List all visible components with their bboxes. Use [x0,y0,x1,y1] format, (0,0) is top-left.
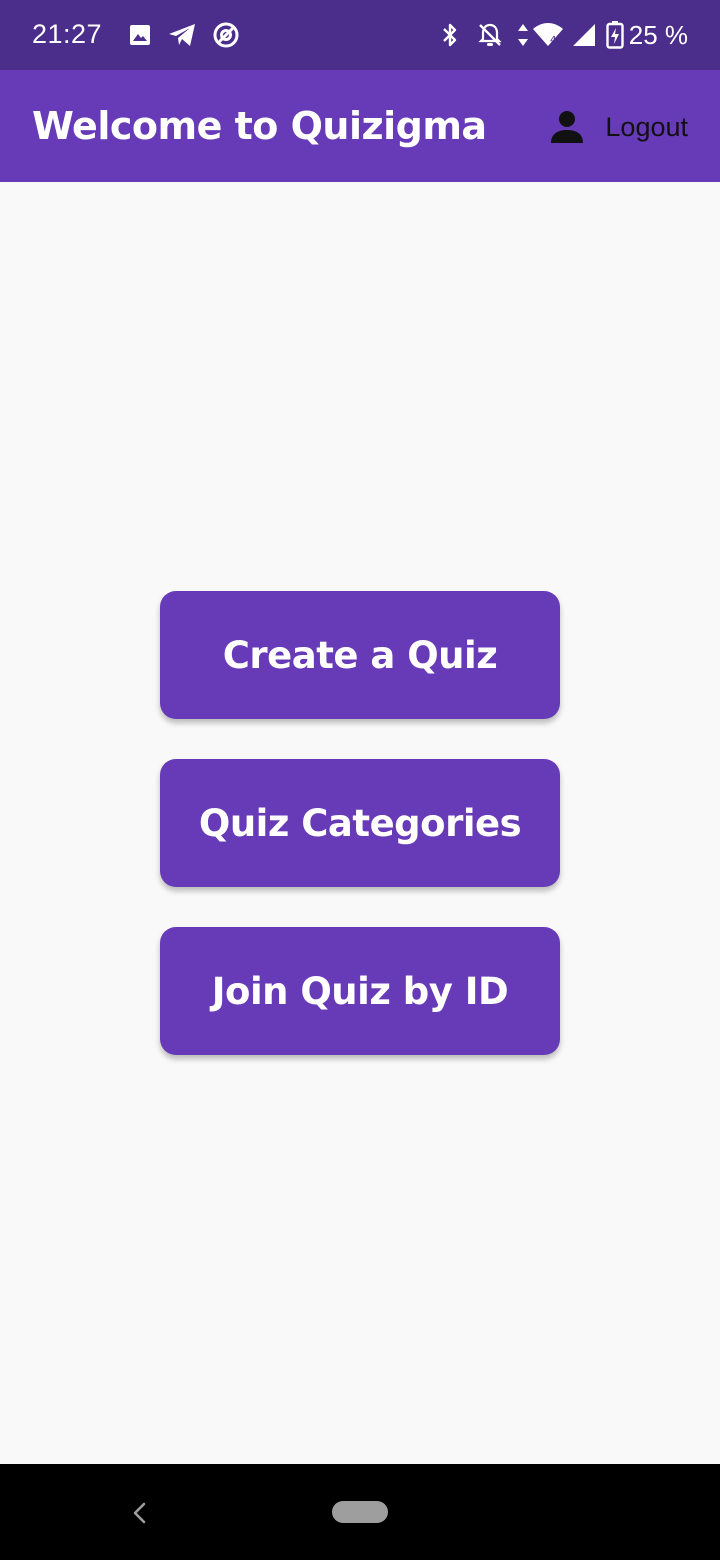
wifi-icon: 4 [532,20,564,50]
create-quiz-button[interactable]: Create a Quiz [160,591,560,719]
telegram-icon [168,20,196,50]
navigation-bar [0,1464,720,1560]
battery-charging-icon [604,20,626,50]
data-arrows-icon [514,20,532,50]
svg-text:4: 4 [550,35,556,46]
person-icon [547,107,587,147]
app-bar: Welcome to Quizigma Logout [0,70,720,182]
status-time: 21:27 [32,19,103,49]
home-pill-icon[interactable] [332,1501,388,1523]
battery-percentage: 25 % [628,20,688,50]
image-icon [126,20,154,50]
logout-button[interactable]: Logout [547,106,688,148]
at-sign-icon [212,20,240,50]
back-chevron-icon[interactable] [124,1496,154,1530]
notifications-off-icon [476,20,504,50]
quiz-categories-button[interactable]: Quiz Categories [160,759,560,887]
status-bar: 21:27 4 25 % [0,0,720,70]
logout-label: Logout [605,111,688,142]
cellular-signal-icon [570,20,598,50]
bluetooth-icon [436,20,464,50]
join-quiz-by-id-button[interactable]: Join Quiz by ID [160,927,560,1055]
app-title: Welcome to Quizigma [32,104,487,148]
screen: 21:27 4 25 % Welcome to Quizigma Logout … [0,0,720,1560]
